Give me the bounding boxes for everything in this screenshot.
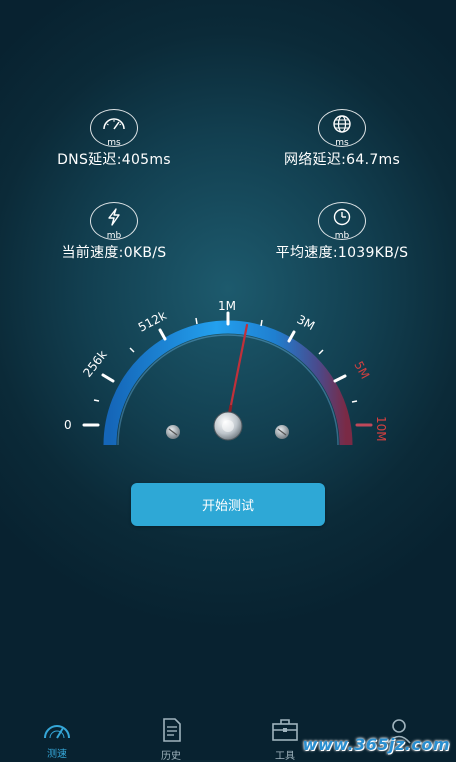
current-unit: mb [106, 231, 122, 241]
current-speed-label: 当前速度:0KB/S [61, 245, 167, 261]
gauge-red-labels: 5M 10M [351, 359, 388, 442]
gauge-label-1m: 1M [218, 299, 236, 313]
dns-unit: ms [107, 138, 121, 148]
gauge-screw-left [166, 425, 180, 439]
tab-history[interactable]: 历史 [141, 718, 201, 762]
document-icon [163, 718, 181, 742]
average-icon-circle: mb [318, 202, 366, 241]
speedometer-icon [103, 118, 125, 130]
dns-latency-label: DNS延迟:405ms [57, 152, 171, 168]
dns-latency-stat: ms DNS延迟:405ms [19, 109, 209, 169]
speedometer-tab-icon [44, 725, 70, 739]
tab-speedtest-label: 测速 [47, 749, 67, 760]
globe-icon [333, 115, 351, 133]
average-unit: mb [334, 231, 350, 241]
toolbox-icon [272, 719, 298, 741]
clock-icon [333, 208, 351, 226]
network-latency-label: 网络延迟:64.7ms [283, 152, 401, 168]
gauge-labels: 0 256k 512k 1M 3M [64, 299, 317, 432]
gauge-hub-shine [222, 420, 234, 432]
gauge-label-5m: 5M [351, 359, 372, 381]
average-speed-stat: mb 平均速度:1039KB/S [247, 202, 437, 262]
dns-icon-circle: ms [90, 109, 138, 148]
current-speed-stat: mb 当前速度:0KB/S [19, 202, 209, 262]
gauge-label-3m: 3M [295, 312, 317, 333]
gauge-label-0: 0 [64, 418, 72, 432]
gauge-label-512k: 512k [136, 308, 169, 334]
gauge-needle [229, 323, 249, 407]
network-icon-circle: ms [318, 109, 366, 148]
network-latency-stat: ms 网络延迟:64.7ms [247, 109, 437, 169]
watermark-text: www.365jz.com [302, 735, 450, 754]
current-icon-circle: mb [90, 202, 138, 241]
average-speed-label: 平均速度:1039KB/S [275, 245, 409, 261]
gauge-label-10m: 10M [374, 416, 388, 442]
lightning-icon [108, 208, 120, 226]
speed-gauge: 0 256k 512k 1M 3M 5M 10M [64, 299, 388, 446]
network-unit: ms [335, 138, 349, 148]
tab-speedtest[interactable]: 测速 [27, 718, 87, 760]
gauge-screw-right [275, 425, 289, 439]
start-test-button[interactable]: 开始测试 [131, 483, 325, 526]
